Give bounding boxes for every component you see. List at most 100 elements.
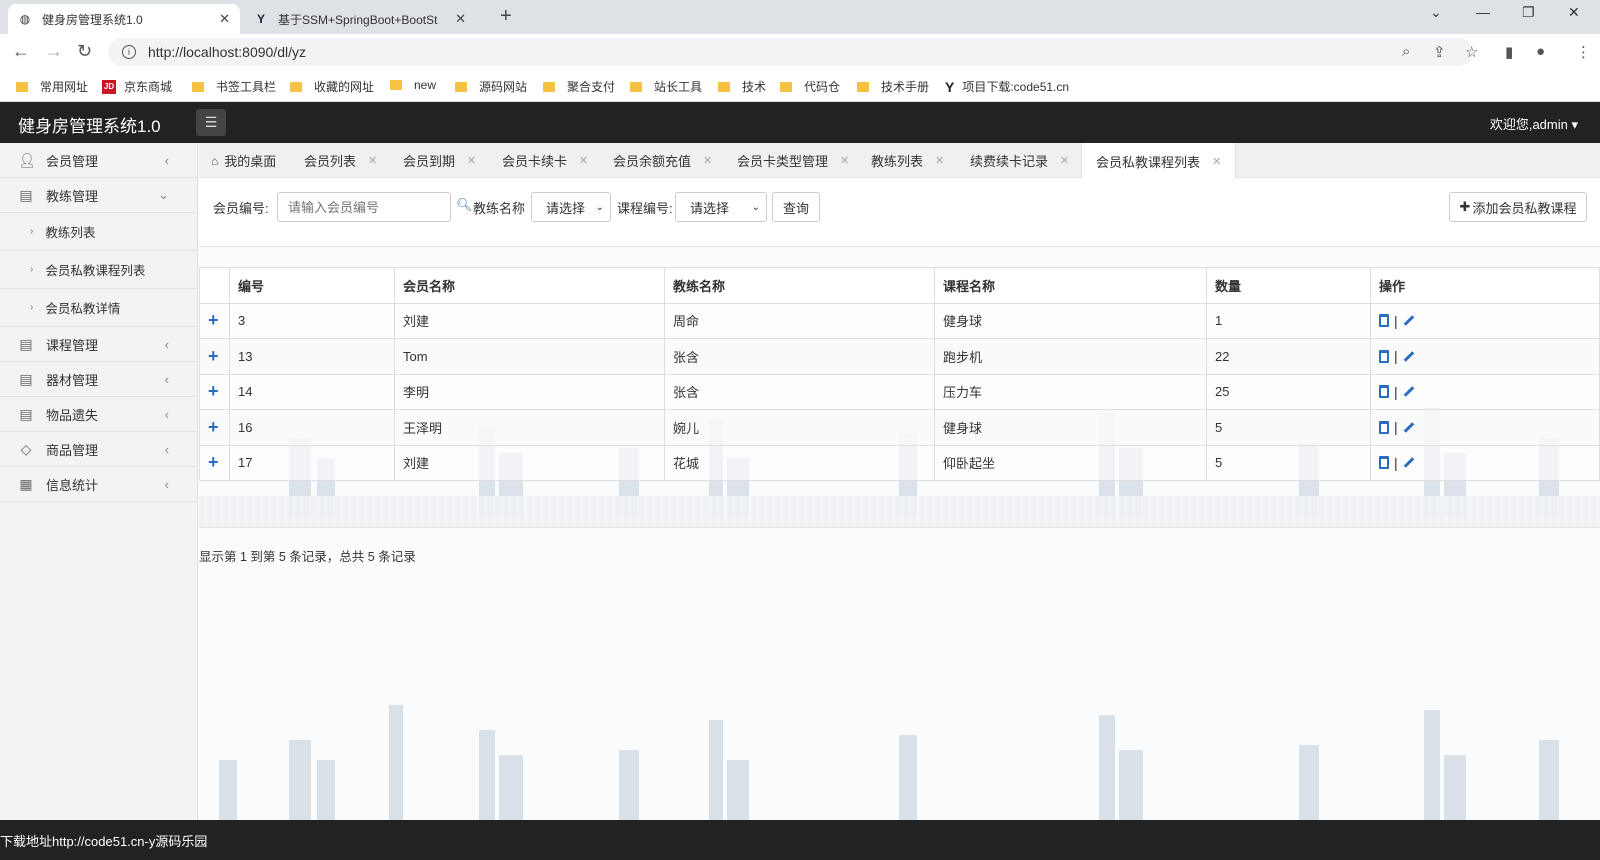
edit-icon[interactable] xyxy=(1403,315,1414,327)
tab-renew-records[interactable]: 续费续卡记录 ✕ xyxy=(970,143,1069,178)
kebab-menu-icon[interactable]: ⋮ xyxy=(1576,43,1591,61)
close-tab-icon[interactable]: ✕ xyxy=(219,11,230,27)
delete-icon[interactable] xyxy=(1379,385,1389,399)
restore-button[interactable]: ❐ xyxy=(1522,4,1535,21)
close-icon[interactable]: ✕ xyxy=(1060,154,1069,167)
sidebar-item-equipment[interactable]: ▤ 器材管理 ‹ xyxy=(0,362,197,397)
browser-tab-active[interactable]: ◍ 健身房管理系统1.0 ✕ xyxy=(8,4,240,34)
sidebar-item-statistics[interactable]: ▦ 信息统计 ‹ xyxy=(0,467,197,502)
bookmark-item[interactable]: Y 项目下载:code51.cn xyxy=(945,78,1069,95)
tab-private-course-list[interactable]: 会员私教课程列表 ✕ xyxy=(1081,143,1237,179)
close-icon[interactable]: ✕ xyxy=(840,154,849,167)
sidebar-subitem-private-detail[interactable]: › 会员私教详情 xyxy=(0,289,197,327)
edit-icon[interactable] xyxy=(1403,457,1414,469)
cell-member: 李明 xyxy=(394,373,665,410)
close-icon[interactable]: ✕ xyxy=(935,154,944,167)
chevron-down-icon[interactable]: ⌄ xyxy=(1430,4,1442,21)
coach-select[interactable]: 请选择 ⌄ xyxy=(531,192,611,222)
bookmark-item[interactable]: new xyxy=(390,78,436,92)
member-no-input[interactable] xyxy=(277,192,451,222)
cell-qty: 5 xyxy=(1206,444,1371,481)
delete-icon[interactable] xyxy=(1379,456,1389,470)
sidebar-item-lost-items[interactable]: ▤ 物品遗失 ‹ xyxy=(0,397,197,432)
tab-balance-recharge[interactable]: 会员余额充值 ✕ xyxy=(613,143,712,178)
expand-row-icon[interactable]: + xyxy=(199,444,230,481)
course-no-label: 课程编号: xyxy=(617,201,673,216)
sidebar-item-member[interactable]: 👤︎ 会员管理 ‹ xyxy=(0,143,197,178)
cell-coach: 周命 xyxy=(664,302,935,339)
star-icon[interactable]: ☆ xyxy=(1465,43,1478,61)
bookmark-item[interactable]: 站长工具 xyxy=(630,78,702,95)
reload-icon[interactable]: ↻ xyxy=(77,41,92,62)
new-tab-button[interactable]: + xyxy=(500,5,512,28)
minimize-button[interactable]: — xyxy=(1476,4,1490,20)
sidebar-subitem-coach-list[interactable]: › 教练列表 xyxy=(0,213,197,251)
delete-icon[interactable] xyxy=(1379,420,1389,434)
url-field[interactable]: i http://localhost:8090/dl/yz xyxy=(108,38,1473,66)
tab-card-renew[interactable]: 会员卡续卡 ✕ xyxy=(502,143,588,178)
chevron-left-icon: ‹ xyxy=(164,336,169,352)
expand-row-icon[interactable]: + xyxy=(199,409,230,446)
bookmark-item[interactable]: 源码网站 xyxy=(455,78,527,95)
zoom-icon[interactable]: ⌕ xyxy=(1402,43,1410,60)
sidebar-item-coach[interactable]: ▤ 教练管理 ⌄ xyxy=(0,178,197,213)
clipboard-icon: ▤ xyxy=(19,405,33,422)
sidepanel-icon[interactable]: ▮ xyxy=(1505,43,1513,61)
tab-card-type[interactable]: 会员卡类型管理 ✕ xyxy=(737,143,849,178)
course-select[interactable]: 请选择 ⌄ xyxy=(675,192,767,222)
back-icon[interactable]: ← xyxy=(12,41,30,62)
bookmark-item[interactable]: 代码仓 xyxy=(780,78,840,95)
folder-icon xyxy=(718,81,730,92)
add-private-course-button[interactable]: ✚ 添加会员私教课程 xyxy=(1449,192,1587,222)
hamburger-menu-button[interactable]: ☰ xyxy=(196,109,226,136)
share-icon[interactable]: ⇪ xyxy=(1433,43,1446,61)
user-menu[interactable]: 欢迎您,admin ▾ xyxy=(1490,114,1578,133)
tab-member-list[interactable]: 会员列表 ✕ xyxy=(304,143,377,178)
table-row: + 3 刘建 周命 健身球 1 | xyxy=(199,302,1600,339)
bookmark-item[interactable]: 常用网址 xyxy=(16,78,88,95)
delete-icon[interactable] xyxy=(1379,314,1389,328)
bookmark-item[interactable]: 技术手册 xyxy=(857,78,929,95)
cell-id: 14 xyxy=(229,373,395,410)
cell-course: 压力车 xyxy=(934,373,1207,410)
close-tab-icon[interactable]: ✕ xyxy=(455,11,466,27)
column-header[interactable]: 数量 xyxy=(1206,267,1371,304)
forward-icon[interactable]: → xyxy=(45,41,63,62)
profile-icon[interactable]: ● xyxy=(1536,43,1545,60)
bookmark-item[interactable]: 技术 xyxy=(718,78,766,95)
sidebar-item-course[interactable]: ▤ 课程管理 ‹ xyxy=(0,327,197,362)
query-button[interactable]: 查询 xyxy=(772,192,820,222)
close-icon[interactable]: ✕ xyxy=(703,154,712,167)
close-icon[interactable]: ✕ xyxy=(579,154,588,167)
edit-icon[interactable] xyxy=(1403,350,1414,362)
bookmark-item[interactable]: JD 京东商城 xyxy=(102,78,172,95)
home-icon: ⌂ xyxy=(211,153,219,168)
expand-row-icon[interactable]: + xyxy=(199,302,230,339)
close-window-button[interactable]: ✕ xyxy=(1568,4,1580,21)
column-header[interactable]: 会员名称 xyxy=(394,267,665,304)
browser-tab[interactable]: Y 基于SSM+SpringBoot+BootSt ✕ xyxy=(244,4,476,34)
column-header[interactable]: 课程名称 xyxy=(934,267,1207,304)
cell-coach: 张含 xyxy=(664,338,935,375)
bookmark-item[interactable]: 聚合支付 xyxy=(543,78,615,95)
column-header[interactable]: 教练名称 xyxy=(664,267,935,304)
expand-row-icon[interactable]: + xyxy=(199,373,230,410)
cell-course: 健身球 xyxy=(934,302,1207,339)
close-icon[interactable]: ✕ xyxy=(1212,155,1221,168)
expand-row-icon[interactable]: + xyxy=(199,338,230,375)
column-header[interactable]: 编号 xyxy=(229,267,395,304)
cell-course: 跑步机 xyxy=(934,338,1207,375)
bookmark-item[interactable]: 收藏的网址 xyxy=(290,78,374,95)
sidebar-item-goods[interactable]: ◇ 商品管理 ‹ xyxy=(0,432,197,467)
close-icon[interactable]: ✕ xyxy=(467,154,476,167)
close-icon[interactable]: ✕ xyxy=(368,154,377,167)
tab-coach-list[interactable]: 教练列表 ✕ xyxy=(871,143,944,178)
tab-desktop[interactable]: ⌂ 我的桌面 xyxy=(211,143,276,178)
delete-icon[interactable] xyxy=(1379,349,1389,363)
edit-icon[interactable] xyxy=(1403,421,1414,433)
edit-icon[interactable] xyxy=(1403,386,1414,398)
info-icon: i xyxy=(122,45,136,59)
bookmark-item[interactable]: 书签工具栏 xyxy=(192,78,276,95)
sidebar-subitem-private-course-list[interactable]: › 会员私教课程列表 xyxy=(0,251,197,289)
tab-member-expire[interactable]: 会员到期 ✕ xyxy=(403,143,476,178)
